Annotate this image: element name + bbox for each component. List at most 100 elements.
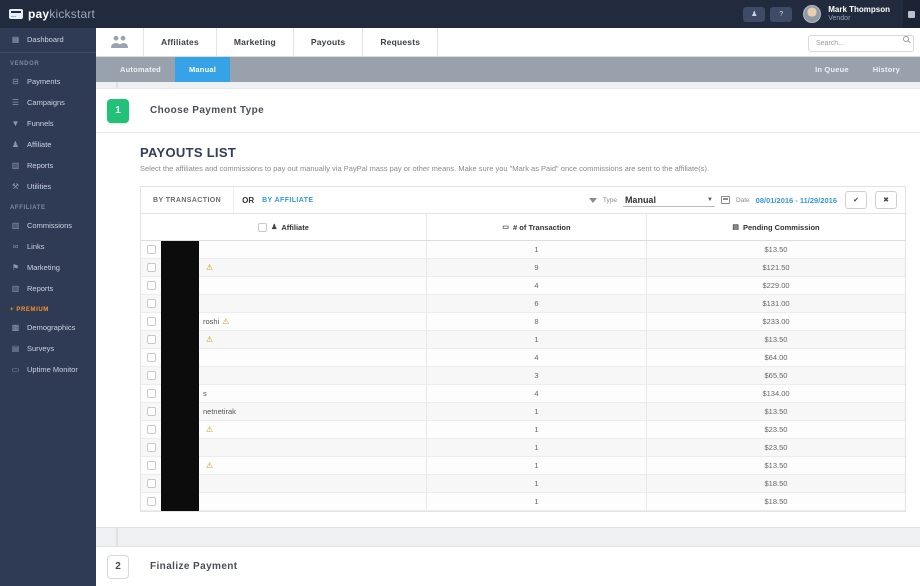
brand-name: paykickstart (28, 7, 95, 21)
payout-mode-tab[interactable]: Automated (106, 57, 175, 82)
type-select[interactable]: Manual ▼ (623, 194, 715, 207)
document-icon: ▤ (732, 223, 739, 231)
brand-logo[interactable]: paykickstart (0, 7, 96, 21)
link-icon: ∞ (10, 242, 21, 251)
payouts-section: PAYOUTS LIST Select the affiliates and c… (140, 145, 906, 512)
filter-toolbar: BY TRANSACTION OR BY AFFILIATE Type Manu… (140, 186, 906, 214)
sidebar-item[interactable]: ▤ Surveys (0, 338, 96, 359)
row-checkbox[interactable] (147, 299, 156, 308)
row-checkbox[interactable] (147, 317, 156, 326)
apply-filter-button[interactable]: ✔ (845, 191, 867, 209)
nav-tab[interactable]: Marketing (217, 28, 294, 56)
by-affiliate-tab[interactable]: BY AFFILIATE (262, 197, 313, 204)
table-row[interactable]: 4 $64.00 (141, 349, 905, 367)
megaphone-icon: ⚑ (10, 263, 21, 272)
pending-commission-cell: $13.50 (646, 457, 905, 474)
warning-icon: ⚠ (206, 264, 213, 272)
row-checkbox[interactable] (147, 479, 156, 488)
sidebar-item[interactable]: ▥ Reports (0, 155, 96, 176)
sidebar-item-label: Demographics (27, 323, 75, 332)
sidebar-item[interactable]: ▭ Uptime Monitor (0, 359, 96, 380)
table-row[interactable]: 4 $229.00 (141, 277, 905, 295)
date-range-picker[interactable]: 08/01/2016 - 11/29/2016 (756, 196, 837, 205)
account-button[interactable]: ♟ (743, 7, 765, 22)
select-all-checkbox[interactable] (258, 223, 267, 232)
sidebar-item[interactable]: ▼ Funnels (0, 113, 96, 134)
avatar[interactable] (803, 5, 821, 23)
menu-icon (908, 11, 915, 18)
row-checkbox[interactable] (147, 245, 156, 254)
table-row[interactable]: 1 $13.50 (141, 241, 905, 259)
table-row[interactable]: 1 $18.50 (141, 475, 905, 493)
transaction-count-cell: 4 (426, 385, 646, 402)
pending-commission-cell: $18.50 (646, 475, 905, 492)
row-checkbox[interactable] (147, 263, 156, 272)
row-checkbox[interactable] (147, 497, 156, 506)
payout-mode-tab[interactable]: Manual (175, 57, 230, 82)
table-row[interactable]: ⚠ 1 $13.50 (141, 331, 905, 349)
table-row[interactable]: netnetirak 1 $13.50 (141, 403, 905, 421)
commission-column-header: Pending Commission (743, 223, 820, 232)
chart-icon: ▥ (10, 221, 21, 230)
monitor-icon: ▭ (10, 365, 21, 374)
by-transaction-tab[interactable]: BY TRANSACTION (141, 187, 234, 213)
top-header: paykickstart ♟ ? Mark Thompson Vendor (0, 0, 920, 28)
sidebar-item[interactable]: ▦ Dashboard (0, 28, 96, 53)
table-row[interactable]: ⚠ 9 $121.50 (141, 259, 905, 277)
table-header: ♟ Affiliate ▭ # of Transaction ▤ Pending… (141, 214, 905, 241)
payout-queue-tab[interactable]: History (863, 65, 910, 74)
nav-tab[interactable]: Affiliates (144, 28, 217, 56)
section-nav: Affiliates Marketing Payouts Requests (96, 28, 920, 57)
user-menu[interactable]: Mark Thompson Vendor (828, 6, 890, 22)
sidebar-item[interactable]: ⊟ Payments (0, 71, 96, 92)
sidebar-item[interactable]: ▥ Commissions (0, 215, 96, 236)
row-checkbox[interactable] (147, 281, 156, 290)
chevron-down-icon: ▼ (707, 197, 713, 203)
table-row[interactable]: ⚠ 1 $23.50 (141, 421, 905, 439)
nav-tab[interactable]: Requests (363, 28, 438, 56)
table-row[interactable]: 3 $65.50 (141, 367, 905, 385)
pending-commission-cell: $233.00 (646, 313, 905, 330)
row-checkbox[interactable] (147, 443, 156, 452)
transaction-count-cell: 1 (426, 457, 646, 474)
row-checkbox[interactable] (147, 461, 156, 470)
affiliate-cell: ⚠ (161, 336, 426, 344)
sidebar-item[interactable]: ▥ Reports (0, 278, 96, 299)
row-checkbox[interactable] (147, 335, 156, 344)
row-checkbox[interactable] (147, 371, 156, 380)
table-row[interactable]: 6 $131.00 (141, 295, 905, 313)
table-row[interactable]: 1 $18.50 (141, 493, 905, 511)
row-checkbox[interactable] (147, 389, 156, 398)
sidebar-item[interactable]: ⚑ Marketing (0, 257, 96, 278)
sidebar-item[interactable]: ∞ Links (0, 236, 96, 257)
sidebar-item-label: Payments (27, 77, 60, 86)
search-input[interactable] (808, 35, 914, 52)
redacted-names-overlay (161, 241, 199, 511)
table-row[interactable]: roshi ⚠ 8 $233.00 (141, 313, 905, 331)
row-checkbox[interactable] (147, 425, 156, 434)
warning-icon: ⚠ (206, 426, 213, 434)
help-button[interactable]: ? (770, 7, 792, 22)
sidebar-item[interactable]: ▩ Demographics (0, 317, 96, 338)
table-row[interactable]: 1 $23.50 (141, 439, 905, 457)
row-checkbox[interactable] (147, 407, 156, 416)
table-row[interactable]: ⚠ 1 $13.50 (141, 457, 905, 475)
payment-card: 1 Choose Payment Type PAYOUTS LIST Selec… (96, 88, 920, 528)
sidebar-item[interactable]: ⚒ Utilities (0, 176, 96, 197)
affiliate-cell: s (161, 389, 426, 398)
sidebar-item[interactable]: ♟ Affiliate (0, 134, 96, 155)
step-1-badge: 1 (107, 99, 129, 123)
pending-commission-cell: $65.50 (646, 367, 905, 384)
sidebar-item-label: Surveys (27, 344, 54, 353)
payout-queue-tab[interactable]: In Queue (805, 65, 859, 74)
nav-tab[interactable]: Payouts (294, 28, 363, 56)
sidebar-section-label: AFFILIATE (0, 197, 96, 215)
clear-filter-button[interactable]: ✖ (875, 191, 897, 209)
person-icon: ♟ (10, 140, 21, 149)
type-label: Type (603, 197, 617, 204)
sidebar-item[interactable]: ☰ Campaigns (0, 92, 96, 113)
row-checkbox[interactable] (147, 353, 156, 362)
transaction-count-cell: 1 (426, 241, 646, 258)
collapse-menu-button[interactable] (903, 0, 920, 28)
table-row[interactable]: s 4 $134.00 (141, 385, 905, 403)
